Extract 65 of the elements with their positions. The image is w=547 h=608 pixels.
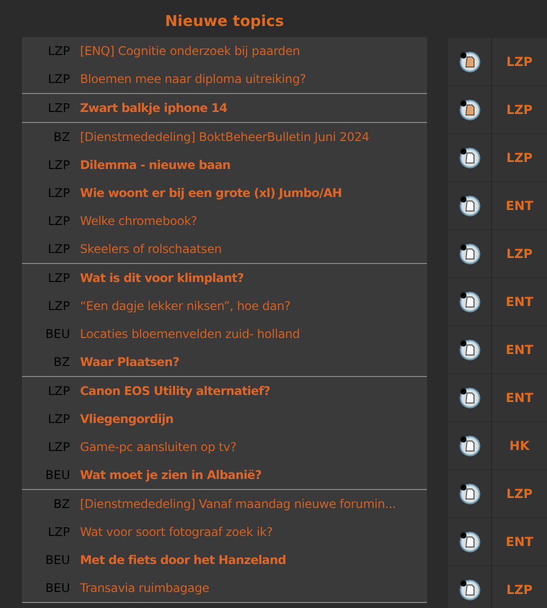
category-label: LZP	[46, 242, 71, 256]
category-label: LZP	[46, 72, 71, 86]
category-label: LZP	[46, 158, 71, 172]
document-icon[interactable]	[458, 50, 480, 72]
topic-link[interactable]: Wat is dit voor klimplant?	[80, 271, 244, 285]
category-code[interactable]: LZP	[506, 54, 533, 69]
document-icon[interactable]	[458, 386, 480, 408]
category-code[interactable]: ENT	[506, 390, 534, 405]
category-code[interactable]: ENT	[506, 294, 534, 309]
topic-link[interactable]: Vliegengordijn	[80, 412, 174, 426]
category-label: LZP	[46, 440, 71, 454]
category-label: BEU	[44, 327, 71, 341]
category-code[interactable]: LZP	[506, 150, 533, 165]
category-label: BZ	[52, 355, 71, 369]
topic-link[interactable]: Locaties bloemenvelden zuid- holland	[80, 327, 300, 341]
document-icon[interactable]	[458, 434, 480, 456]
category-code[interactable]: LZP	[506, 246, 533, 261]
category-label: BEU	[44, 553, 71, 567]
topic-link[interactable]: Zwart balkje iphone 14	[80, 101, 228, 115]
topic-link[interactable]: Game-pc aansluiten op tv?	[80, 440, 236, 454]
category-code[interactable]: LZP	[506, 582, 533, 597]
category-label: LZP	[46, 384, 71, 398]
category-label: BZ	[52, 497, 71, 511]
category-code[interactable]: HK	[509, 438, 530, 453]
topic-link[interactable]: Welke chromebook?	[80, 214, 198, 228]
document-icon[interactable]	[458, 98, 480, 120]
topic-link[interactable]: [ENQ] Cognitie onderzoek bij paarden	[80, 44, 300, 58]
topic-link[interactable]: Wat voor soort fotograaf zoek ik?	[80, 525, 273, 539]
document-icon[interactable]	[458, 194, 480, 216]
document-icon[interactable]	[458, 146, 480, 168]
category-label: BEU	[44, 581, 71, 595]
category-label: BEU	[44, 468, 71, 482]
document-icon[interactable]	[458, 338, 480, 360]
topic-link[interactable]: Waar Plaatsen?	[80, 355, 180, 369]
category-code[interactable]: ENT	[506, 534, 534, 549]
document-icon[interactable]	[458, 482, 480, 504]
category-label: BZ	[52, 130, 71, 144]
topic-link[interactable]: [Dienstmededeling] BoktBeheerBulletin Juni 2024	[80, 130, 370, 144]
category-label: LZP	[46, 214, 71, 228]
topic-link[interactable]: Wat moet je zien in Albanië?	[80, 468, 262, 482]
category-label: LZP	[46, 271, 71, 285]
topic-link[interactable]: Met de fiets door het Hanzeland	[80, 553, 286, 567]
category-label: LZP	[46, 299, 71, 313]
category-label: LZP	[46, 101, 71, 115]
topic-link[interactable]: [Dienstmededeling] Vanaf maandag nieuwe forumin...	[80, 497, 396, 511]
topic-link[interactable]: Wie woont er bij een grote (xl) Jumbo/AH	[80, 186, 342, 200]
document-icon[interactable]	[458, 242, 480, 264]
category-label: LZP	[46, 44, 71, 58]
category-code[interactable]: LZP	[506, 102, 533, 117]
topic-link[interactable]: Transavia ruimbagage	[80, 581, 210, 595]
category-label: LZP	[46, 412, 71, 426]
document-icon[interactable]	[458, 530, 480, 552]
document-icon[interactable]	[458, 290, 480, 312]
topic-link[interactable]: “Een dagje lekker niksen”, hoe dan?	[80, 299, 290, 313]
category-code[interactable]: ENT	[506, 342, 534, 357]
topic-link[interactable]: Skeelers of rolschaatsen	[80, 242, 222, 256]
topic-link[interactable]: Dilemma - nieuwe baan	[80, 158, 230, 172]
category-label: LZP	[46, 525, 71, 539]
topic-link[interactable]: Canon EOS Utility alternatief?	[80, 384, 270, 398]
category-code[interactable]: LZP	[506, 486, 533, 501]
category-code[interactable]: ENT	[506, 198, 534, 213]
topic-link[interactable]: Bloemen mee naar diploma uitreiking?	[80, 72, 306, 86]
section-title: Nieuwe topics	[164, 11, 285, 32]
document-icon[interactable]	[458, 578, 480, 600]
category-label: LZP	[46, 186, 71, 200]
